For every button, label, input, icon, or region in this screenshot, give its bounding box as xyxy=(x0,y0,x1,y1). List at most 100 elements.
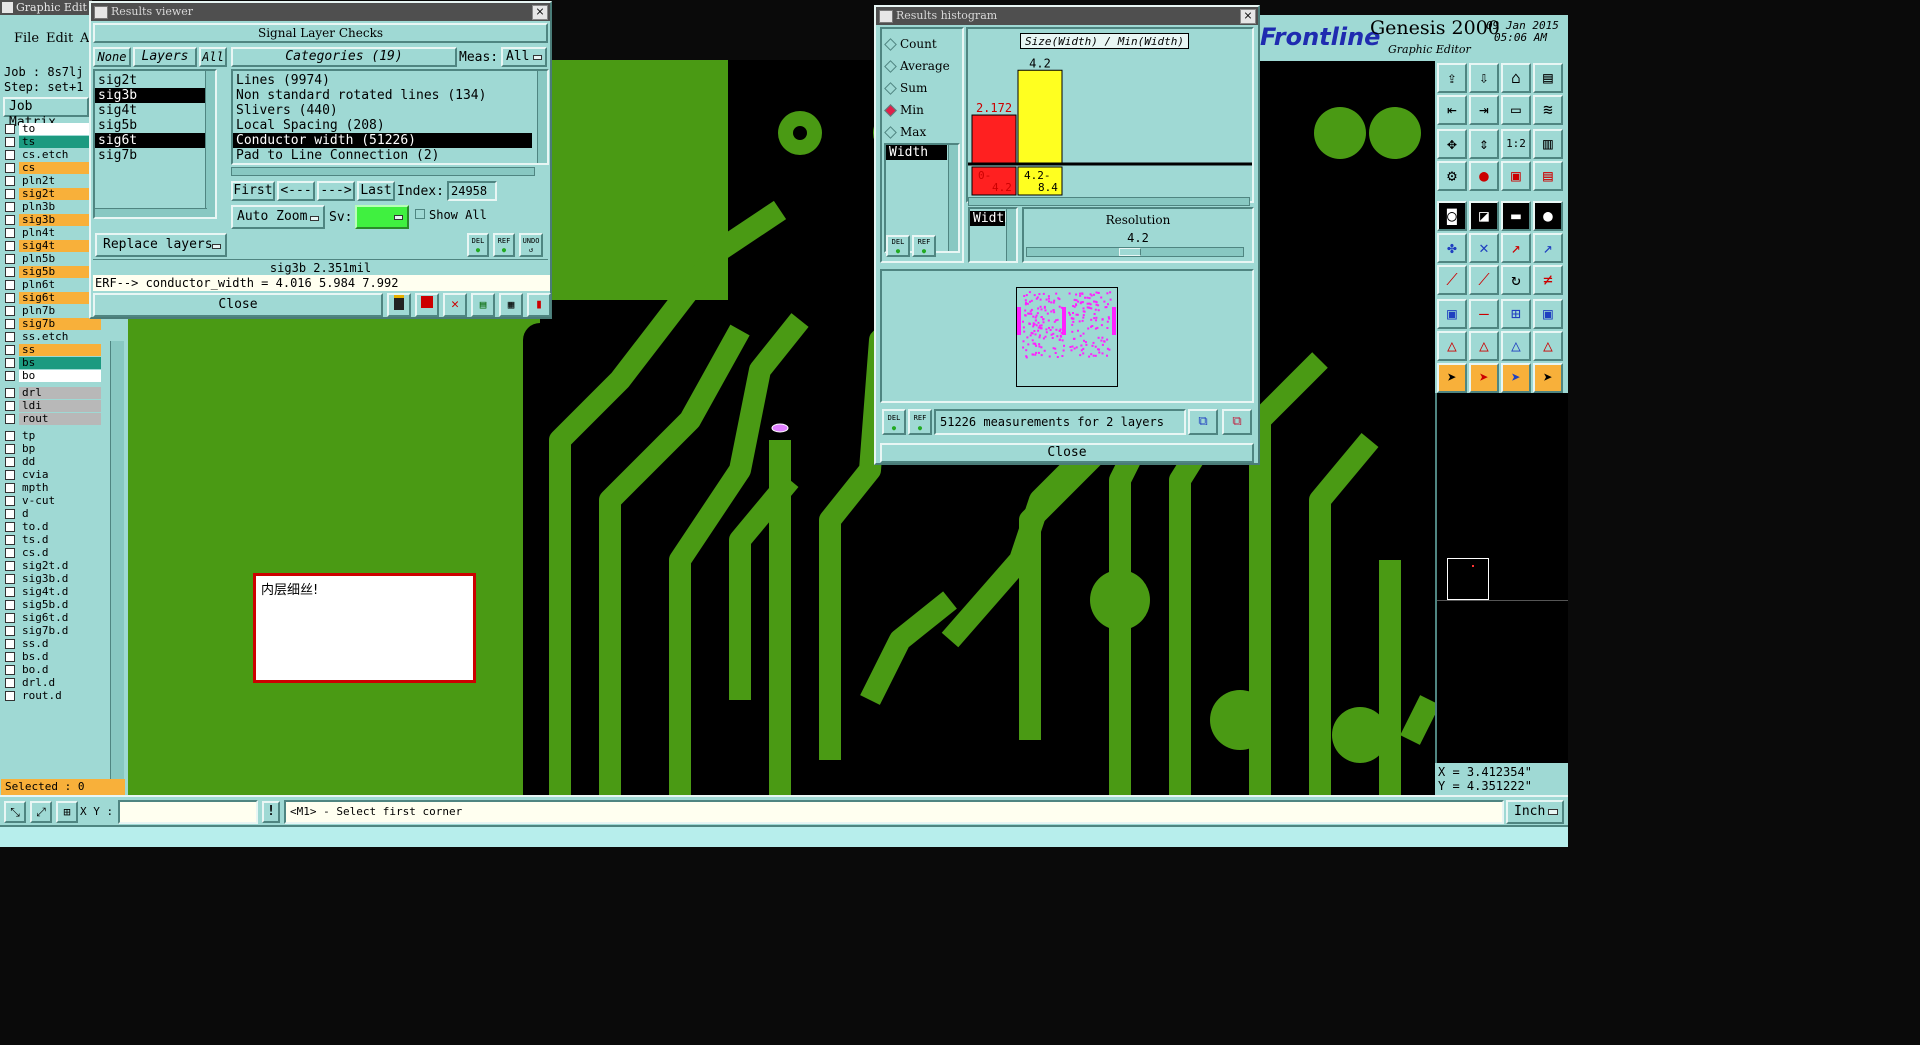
layer-row[interactable]: tp xyxy=(5,430,101,442)
layer-list-scrollbar[interactable] xyxy=(110,341,124,791)
rotate-icon[interactable]: ↻ xyxy=(1501,265,1531,295)
layer-row[interactable]: cvia xyxy=(5,469,101,481)
resolution-list-vscroll[interactable] xyxy=(1006,209,1016,261)
pointer-red-icon[interactable]: ➤ xyxy=(1469,363,1499,393)
layer-name[interactable]: ss xyxy=(19,344,101,356)
layer-row[interactable]: cs.d xyxy=(5,547,101,559)
layer-name[interactable]: rout.d xyxy=(19,690,101,702)
layer-checkbox[interactable] xyxy=(5,306,15,316)
menu-actions[interactable]: A xyxy=(80,31,89,46)
layer-row[interactable]: sig2t.d xyxy=(5,560,101,572)
severity-select[interactable] xyxy=(355,205,409,229)
histogram-bar[interactable] xyxy=(1017,69,1063,164)
grid-red2-icon[interactable]: ▤ xyxy=(1533,161,1563,191)
layer-checkbox[interactable] xyxy=(5,401,15,411)
layer-checkbox[interactable] xyxy=(5,414,15,424)
measure-bar-icon[interactable]: ▬ xyxy=(1501,201,1531,231)
layer-name[interactable]: bp xyxy=(19,443,101,455)
layer-checkbox[interactable] xyxy=(5,444,15,454)
layer-row[interactable]: bo xyxy=(5,370,101,382)
hist-del-button[interactable]: DEL ● xyxy=(886,235,910,257)
close-icon[interactable]: × xyxy=(532,5,548,20)
wave-icon[interactable]: ≋ xyxy=(1533,95,1563,125)
layer-name[interactable]: bs.d xyxy=(19,651,101,663)
first-button[interactable]: First xyxy=(231,181,275,201)
layer-checkbox[interactable] xyxy=(5,150,15,160)
layer-name[interactable]: drl.d xyxy=(19,677,101,689)
layer-row[interactable]: sig5b.d xyxy=(5,599,101,611)
layer-name[interactable]: d xyxy=(19,508,101,520)
page-icon[interactable]: ▤ xyxy=(471,293,495,317)
layer-name[interactable]: ts.d xyxy=(19,534,101,546)
exit-icon[interactable] xyxy=(415,293,439,317)
undo-button[interactable]: UNDO ↺ xyxy=(519,233,543,257)
histogram-icon[interactable]: ▮ xyxy=(527,293,551,317)
layer-row[interactable]: to.d xyxy=(5,521,101,533)
layer-checkbox[interactable] xyxy=(5,241,15,251)
layer-row[interactable]: sig6t xyxy=(5,292,101,304)
layer-row[interactable]: pln5b xyxy=(5,253,101,265)
window-menu-icon[interactable] xyxy=(2,2,13,13)
layer-name[interactable]: v-cut xyxy=(19,495,101,507)
stat-option-count[interactable]: Count xyxy=(882,33,962,55)
settings-icon[interactable]: ⚙ xyxy=(1437,161,1467,191)
layer-list-hscroll[interactable] xyxy=(95,208,207,217)
layer-row[interactable]: sig3b.d xyxy=(5,573,101,585)
result-layer-item[interactable]: sig2t xyxy=(95,73,208,88)
resolution-slider[interactable] xyxy=(1026,247,1244,257)
grid-icon[interactable]: ⊞ xyxy=(56,801,78,823)
ref-button[interactable]: REF ● xyxy=(493,233,515,257)
save-icon[interactable]: ⇩ xyxy=(1469,63,1499,93)
line-blue-icon[interactable]: ⟋ xyxy=(1469,265,1499,295)
show-all-checkbox[interactable] xyxy=(415,209,425,219)
layer-checkbox[interactable] xyxy=(5,215,15,225)
layer-name[interactable]: tp xyxy=(19,430,101,442)
pan-left-icon[interactable]: ⇤ xyxy=(1437,95,1467,125)
layer-row[interactable]: cs.etch xyxy=(5,149,101,161)
layer-checkbox[interactable] xyxy=(5,548,15,558)
layer-name[interactable]: drl xyxy=(19,387,101,399)
layer-row[interactable]: pln2t xyxy=(5,175,101,187)
fit-icon[interactable]: ✥ xyxy=(1437,129,1467,159)
distribution-map[interactable] xyxy=(1016,287,1118,387)
next-button[interactable]: ---> xyxy=(317,181,355,201)
category-item[interactable]: Non standard rotated lines (134) xyxy=(233,88,532,103)
overview-panel[interactable] xyxy=(1435,393,1570,763)
meas-select[interactable]: All xyxy=(501,47,547,67)
layer-row[interactable]: ss.d xyxy=(5,638,101,650)
pointer-move-icon[interactable]: ➤ xyxy=(1533,363,1563,393)
results-viewer-titlebar[interactable]: Results viewer × xyxy=(91,3,550,21)
line-icon[interactable]: ↗ xyxy=(1533,233,1563,263)
job-matrix-button[interactable]: Job Matrix xyxy=(3,97,89,130)
layer-checkbox[interactable] xyxy=(5,371,15,381)
layer-checkbox[interactable] xyxy=(5,254,15,264)
layer-checkbox[interactable] xyxy=(5,202,15,212)
category-item[interactable]: Local Spacing (208) xyxy=(233,118,532,133)
layer-checkbox[interactable] xyxy=(5,483,15,493)
layer-name[interactable]: rout xyxy=(19,413,101,425)
categories-list[interactable]: Lines (9974) Non standard rotated lines (… xyxy=(231,69,549,165)
layer-name[interactable]: ldi xyxy=(19,400,101,412)
layer-row[interactable]: bs.d xyxy=(5,651,101,663)
dist-ref-button[interactable]: REF ● xyxy=(908,409,932,435)
layer-checkbox[interactable] xyxy=(5,665,15,675)
layer-checkbox[interactable] xyxy=(5,176,15,186)
connect-icon[interactable]: ⊞ xyxy=(1501,299,1531,329)
window-menu-icon[interactable] xyxy=(94,6,108,19)
stat-option-max[interactable]: Max xyxy=(882,121,962,143)
categories-header[interactable]: Categories (19) xyxy=(231,47,457,67)
pad-red-icon[interactable]: ▣ xyxy=(1437,299,1467,329)
layer-checkbox[interactable] xyxy=(5,626,15,636)
stat-option-sum[interactable]: Sum xyxy=(882,77,962,99)
layer-row[interactable]: d xyxy=(5,508,101,520)
layer-checkbox[interactable] xyxy=(5,124,15,134)
radio-icon[interactable] xyxy=(884,126,897,139)
hist-ref-button[interactable]: REF ● xyxy=(912,235,936,257)
delete-results-icon[interactable]: ✕ xyxy=(443,293,467,317)
layer-name[interactable]: sig2t.d xyxy=(19,560,101,572)
layer-name[interactable]: bs xyxy=(19,357,101,369)
auto-zoom-select[interactable]: Auto Zoom xyxy=(231,205,325,229)
triangle-red-icon[interactable]: △ xyxy=(1469,331,1499,361)
layer-row[interactable]: sig4t xyxy=(5,240,101,252)
layer-checkbox[interactable] xyxy=(5,535,15,545)
